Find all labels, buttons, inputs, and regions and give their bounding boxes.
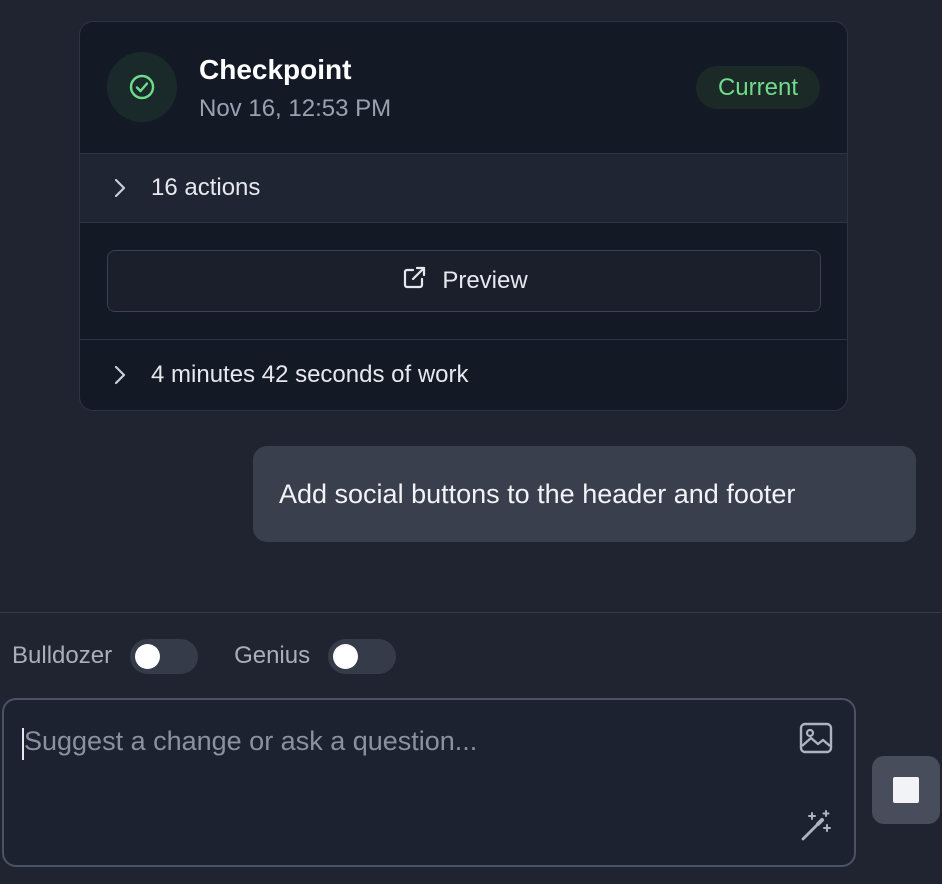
actions-label: 16 actions bbox=[151, 174, 261, 201]
preview-label: Preview bbox=[442, 267, 528, 294]
user-message-text: Add social buttons to the header and foo… bbox=[279, 478, 796, 509]
magic-wand-icon[interactable] bbox=[798, 808, 834, 849]
genius-toggle[interactable] bbox=[328, 638, 397, 674]
chevron-right-icon bbox=[113, 176, 131, 200]
bulldozer-label: Bulldozer bbox=[12, 642, 113, 669]
checkpoint-title: Checkpoint bbox=[199, 54, 352, 85]
preview-button[interactable]: Preview bbox=[107, 250, 821, 312]
stop-button[interactable] bbox=[872, 756, 940, 824]
preview-section: Preview bbox=[80, 223, 847, 340]
stop-icon bbox=[893, 777, 919, 803]
toggle-knob bbox=[333, 643, 359, 669]
checkpoint-card: Checkpoint Nov 16, 12:53 PM Current 16 a… bbox=[79, 21, 848, 411]
input-placeholder: Suggest a change or ask a question... bbox=[24, 726, 478, 756]
chevron-right-icon bbox=[113, 363, 131, 387]
actions-expander[interactable]: 16 actions bbox=[80, 153, 847, 223]
toggle-knob bbox=[135, 643, 161, 669]
checkpoint-timestamp: Nov 16, 12:53 PM bbox=[199, 95, 392, 122]
user-message-bubble: Add social buttons to the header and foo… bbox=[253, 446, 916, 542]
check-circle-icon bbox=[107, 52, 177, 122]
message-input[interactable]: Suggest a change or ask a question... bbox=[2, 698, 856, 867]
divider bbox=[0, 612, 942, 613]
work-expander[interactable]: 4 minutes 42 seconds of work bbox=[80, 340, 847, 410]
genius-label: Genius bbox=[234, 642, 311, 669]
mode-toggles: Bulldozer Genius bbox=[12, 638, 397, 674]
external-link-icon bbox=[400, 264, 428, 299]
bulldozer-toggle[interactable] bbox=[130, 638, 199, 674]
work-duration-label: 4 minutes 42 seconds of work bbox=[151, 361, 469, 388]
current-badge: Current bbox=[695, 66, 820, 109]
checkpoint-header: Checkpoint Nov 16, 12:53 PM Current bbox=[80, 22, 847, 153]
image-icon[interactable] bbox=[798, 720, 834, 761]
